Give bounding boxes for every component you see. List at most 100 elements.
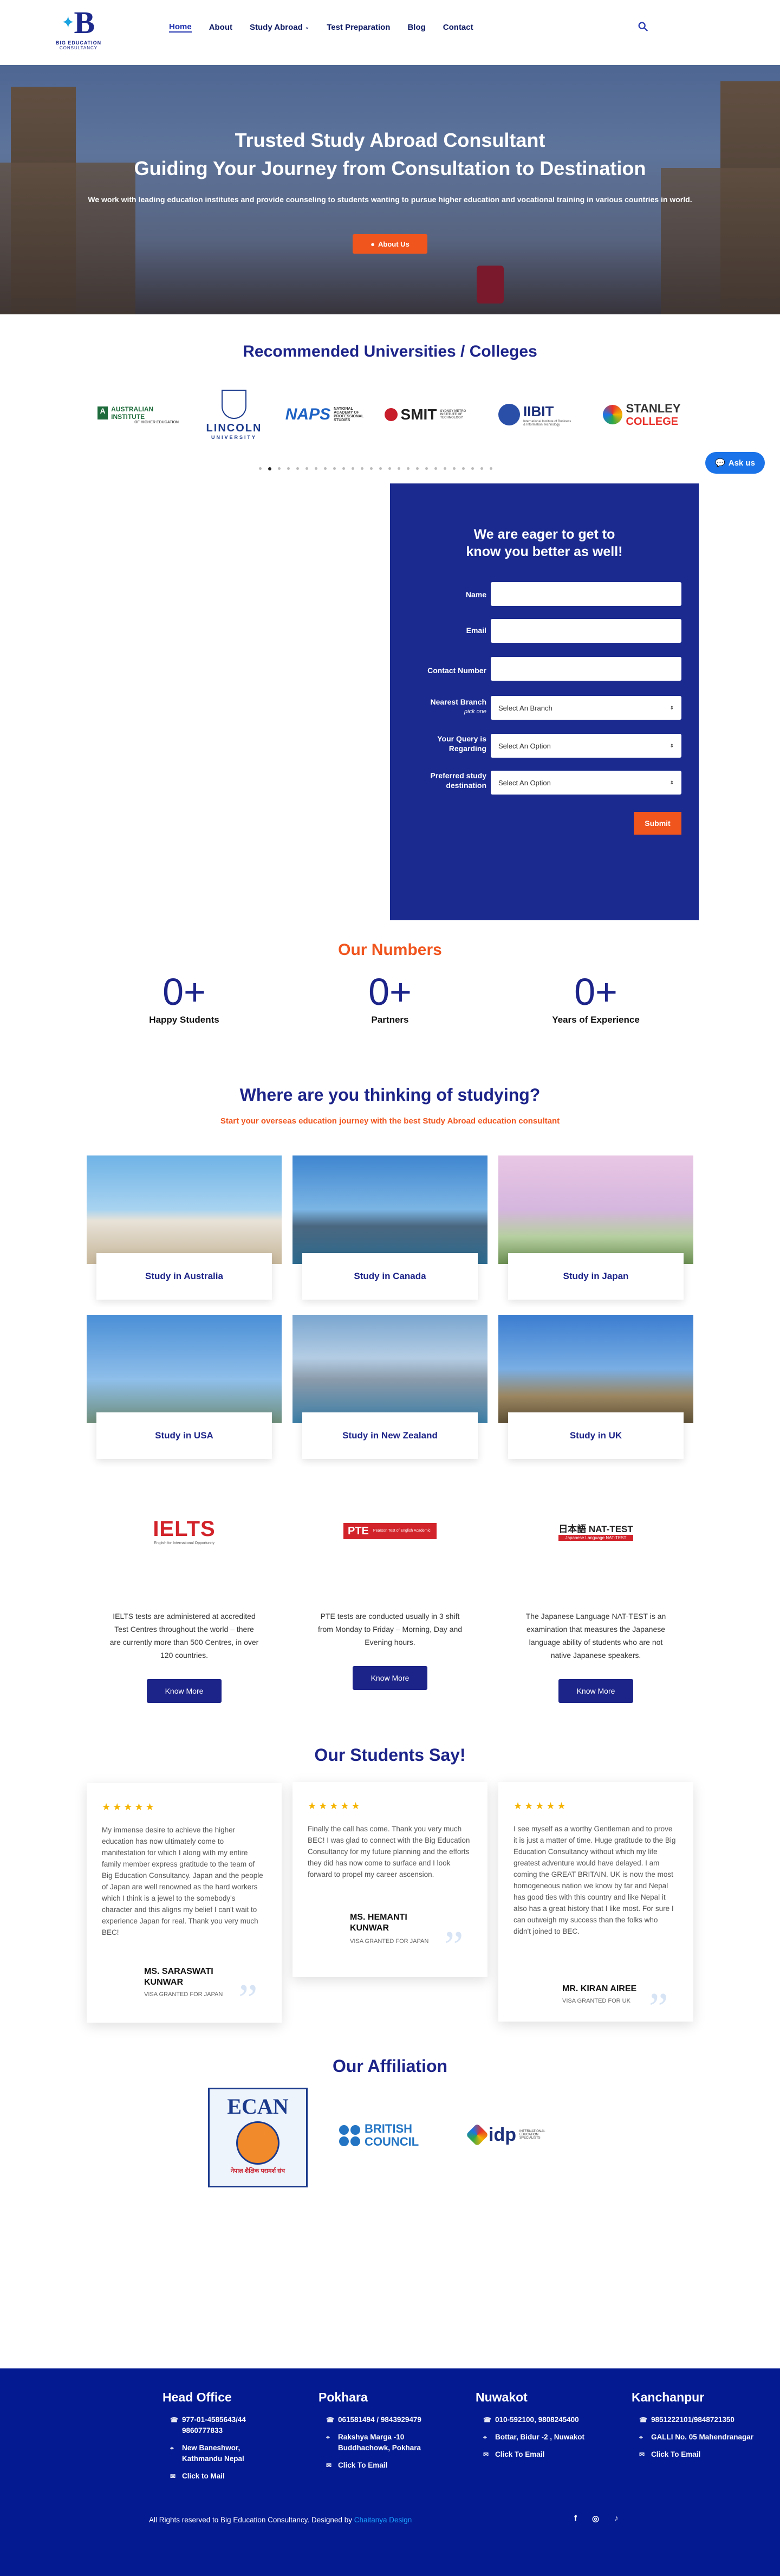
carousel-dot[interactable]: [462, 467, 465, 470]
university-logo[interactable]: NAPS NATIONAL ACADEMY OF PROFESSIONAL ST…: [285, 405, 363, 424]
carousel-dot[interactable]: [416, 467, 419, 470]
australia-image: [87, 1155, 282, 1264]
footer-address: ⌖ New Baneshwor, Kathmandu Nepal: [162, 2443, 303, 2464]
footer-phone[interactable]: ☎ 010-592100, 9808245400: [476, 2414, 616, 2425]
testimonial-text: Finally the call has come. Thank you ver…: [308, 1825, 470, 1878]
carousel-dot[interactable]: [324, 467, 327, 470]
footer-head-office: Head Office ☎ 977-01-4585643/44 986077783…: [162, 2390, 303, 2488]
carousel-dot[interactable]: [434, 467, 437, 470]
hero-banner: Trusted Study Abroad Consultant Guiding …: [0, 65, 780, 314]
university-logo[interactable]: A AUSTRALIAN INSTITUTE OF HIGHER EDUCATIO…: [98, 405, 179, 424]
nav-contact[interactable]: Contact: [443, 22, 473, 33]
carousel-dot[interactable]: [361, 467, 363, 470]
testimonial-text: I see myself as a worthy Gentleman and t…: [514, 1825, 676, 1935]
destination-card-canada[interactable]: Study in Canada: [292, 1155, 487, 1307]
select-arrows-icon: ⇕: [670, 743, 674, 748]
nav-study-abroad[interactable]: Study Abroad ⌄: [250, 22, 309, 33]
ask-us-chat-button[interactable]: 💬 Ask us: [705, 452, 765, 474]
carousel-dot[interactable]: [296, 467, 299, 470]
carousel-dot[interactable]: [287, 467, 290, 470]
pte-know-more-button[interactable]: Know More: [353, 1666, 427, 1690]
footer-mail-link[interactable]: ✉ Click to Mail: [162, 2471, 303, 2482]
testimonial-card: ★★★★★ I see myself as a worthy Gentleman…: [498, 1782, 693, 2030]
testimonial-text: My immense desire to achieve the higher …: [102, 1826, 263, 1936]
carousel-dot[interactable]: [398, 467, 400, 470]
name-field[interactable]: [491, 582, 681, 606]
stat-happy-students: 0+ Happy Students: [149, 971, 219, 1025]
affiliation-title: Our Affiliation: [332, 2056, 448, 2076]
carousel-dot[interactable]: [388, 467, 391, 470]
university-carousel[interactable]: A AUSTRALIAN INSTITUTE OF HIGHER EDUCATIO…: [98, 379, 682, 450]
submit-button[interactable]: Submit: [634, 812, 681, 835]
footer-mail-link[interactable]: ✉ Click To Email: [632, 2449, 772, 2460]
footer-mail-link[interactable]: ✉ Click To Email: [476, 2449, 616, 2460]
destination-card-australia[interactable]: Study in Australia: [87, 1155, 282, 1307]
contact-number-field[interactable]: [491, 657, 681, 681]
hero-subtitle: Guiding Your Journey from Consultation t…: [134, 157, 646, 179]
carousel-dot[interactable]: [342, 467, 345, 470]
destinations-subtitle: Start your overseas education journey wi…: [220, 1116, 560, 1126]
ielts-know-more-button[interactable]: Know More: [147, 1679, 222, 1703]
footer-phone[interactable]: ☎ 061581494 / 9843929479: [318, 2414, 459, 2425]
destination-card-uk[interactable]: Study in UK: [498, 1315, 693, 1467]
rating-stars: ★★★★★: [102, 1802, 157, 1812]
footer-mail-link[interactable]: ✉ Click To Email: [318, 2460, 459, 2471]
carousel-dot[interactable]: [490, 467, 492, 470]
carousel-dot[interactable]: [379, 467, 382, 470]
mail-icon: ✉: [639, 2451, 645, 2458]
carousel-dot[interactable]: [444, 467, 446, 470]
carousel-dot[interactable]: [471, 467, 474, 470]
facebook-icon[interactable]: f: [574, 2514, 577, 2523]
destination-card-new-zealand[interactable]: Study in New Zealand: [292, 1315, 487, 1467]
carousel-dots[interactable]: [259, 467, 492, 470]
destination-card-japan[interactable]: Study in Japan: [498, 1155, 693, 1307]
footer-phone[interactable]: ☎ 977-01-4585643/44 9860777833: [162, 2414, 303, 2436]
designer-link[interactable]: Chaitanya Design: [354, 2516, 412, 2524]
carousel-dot[interactable]: [333, 467, 336, 470]
carousel-dot[interactable]: [370, 467, 373, 470]
carousel-dot[interactable]: [268, 467, 271, 470]
testimonial-visa: VISA GRANTED FOR UK: [562, 1998, 630, 2004]
nav-blog[interactable]: Blog: [407, 22, 425, 33]
footer-phone[interactable]: ☎ 9851222101/9848721350: [632, 2414, 772, 2425]
destination-card-usa[interactable]: Study in USA: [87, 1315, 282, 1467]
mail-icon: ✉: [326, 2462, 332, 2469]
rating-stars: ★★★★★: [514, 1800, 568, 1811]
carousel-dot[interactable]: [315, 467, 317, 470]
new-zealand-image: [292, 1315, 487, 1423]
carousel-dot[interactable]: [259, 467, 262, 470]
universities-title: Recommended Universities / Colleges: [243, 343, 537, 360]
carousel-dot[interactable]: [453, 467, 456, 470]
british-council-logo: BRITISH COUNCIL: [339, 2119, 442, 2152]
numbers-title: Our Numbers: [338, 941, 442, 959]
university-logo[interactable]: STANLEY COLLEGE: [601, 402, 682, 428]
nat-test-know-more-button[interactable]: Know More: [558, 1679, 633, 1703]
carousel-dot[interactable]: [480, 467, 483, 470]
ecan-logo: ECAN नेपाल शैक्षिक परामर्श संघ: [208, 2088, 308, 2187]
footer-address: ⌖ Bottar, Bidur -2 , Nuwakot: [476, 2432, 616, 2443]
tiktok-icon[interactable]: ♪: [614, 2514, 619, 2523]
carousel-dot[interactable]: [425, 467, 428, 470]
carousel-dot[interactable]: [306, 467, 308, 470]
search-icon[interactable]: [637, 21, 649, 33]
instagram-icon[interactable]: ◎: [592, 2514, 599, 2523]
carousel-dot[interactable]: [352, 467, 354, 470]
ielts-description: IELTS tests are administered at accredit…: [109, 1612, 259, 1660]
site-logo[interactable]: ✦B BIG EDUCATION CONSULTANCY: [54, 5, 103, 60]
carousel-dot[interactable]: [278, 467, 281, 470]
university-logo[interactable]: SMIT SYDNEY METRO INSTITUTE OF TECHNOLOG…: [382, 406, 469, 423]
email-field[interactable]: [491, 619, 681, 643]
destination-select[interactable]: Select An Option ⇕: [491, 771, 681, 795]
query-select[interactable]: Select An Option ⇕: [491, 734, 681, 758]
carousel-dot[interactable]: [407, 467, 410, 470]
university-logo[interactable]: IIBIT International Institute of Busines…: [492, 403, 578, 427]
branch-select[interactable]: Select An Branch ⇕: [491, 696, 681, 720]
about-us-button[interactable]: ● About Us: [353, 234, 427, 254]
nav-test-preparation[interactable]: Test Preparation: [327, 22, 390, 33]
nav-about[interactable]: About: [209, 22, 232, 33]
hero-title: Trusted Study Abroad Consultant: [235, 129, 545, 151]
location-icon: ⌖: [326, 2433, 330, 2441]
phone-icon: ☎: [170, 2416, 178, 2424]
nav-home[interactable]: Home: [169, 22, 192, 33]
university-logo[interactable]: LINCOLN UNIVERSITY: [202, 389, 266, 440]
